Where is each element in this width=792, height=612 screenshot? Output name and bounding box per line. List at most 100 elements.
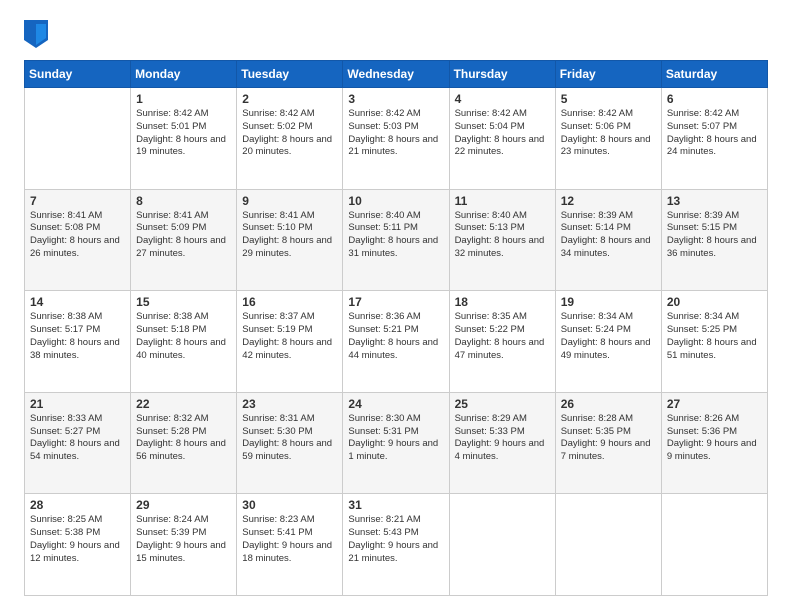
day-number: 30 [242,498,337,512]
calendar-cell: 27 Sunrise: 8:26 AMSunset: 5:36 PMDayligh… [661,392,767,494]
cell-content: Sunrise: 8:42 AMSunset: 5:02 PMDaylight:… [242,108,337,159]
day-number: 7 [30,194,125,208]
day-number: 13 [667,194,762,208]
calendar-cell: 18 Sunrise: 8:35 AMSunset: 5:22 PMDayligh… [449,291,555,393]
cell-content: Sunrise: 8:39 AMSunset: 5:14 PMDaylight:… [561,210,656,261]
day-number: 24 [348,397,443,411]
cell-content: Sunrise: 8:32 AMSunset: 5:28 PMDaylight:… [136,413,231,464]
calendar-cell: 6 Sunrise: 8:42 AMSunset: 5:07 PMDaylight… [661,88,767,190]
calendar-week: 14 Sunrise: 8:38 AMSunset: 5:17 PMDayligh… [25,291,768,393]
weekday-header: Saturday [661,61,767,88]
cell-content: Sunrise: 8:23 AMSunset: 5:41 PMDaylight:… [242,514,337,565]
calendar-cell: 2 Sunrise: 8:42 AMSunset: 5:02 PMDaylight… [237,88,343,190]
cell-content: Sunrise: 8:37 AMSunset: 5:19 PMDaylight:… [242,311,337,362]
calendar-week: 7 Sunrise: 8:41 AMSunset: 5:08 PMDaylight… [25,189,768,291]
calendar-cell: 8 Sunrise: 8:41 AMSunset: 5:09 PMDaylight… [131,189,237,291]
day-number: 4 [455,92,550,106]
day-number: 19 [561,295,656,309]
calendar-cell: 9 Sunrise: 8:41 AMSunset: 5:10 PMDaylight… [237,189,343,291]
cell-content: Sunrise: 8:40 AMSunset: 5:13 PMDaylight:… [455,210,550,261]
calendar-cell: 30 Sunrise: 8:23 AMSunset: 5:41 PMDayligh… [237,494,343,596]
cell-content: Sunrise: 8:36 AMSunset: 5:21 PMDaylight:… [348,311,443,362]
page: SundayMondayTuesdayWednesdayThursdayFrid… [0,0,792,612]
calendar-cell: 10 Sunrise: 8:40 AMSunset: 5:11 PMDayligh… [343,189,449,291]
calendar-cell: 14 Sunrise: 8:38 AMSunset: 5:17 PMDayligh… [25,291,131,393]
day-number: 2 [242,92,337,106]
calendar-cell: 15 Sunrise: 8:38 AMSunset: 5:18 PMDayligh… [131,291,237,393]
day-number: 29 [136,498,231,512]
day-number: 8 [136,194,231,208]
cell-content: Sunrise: 8:33 AMSunset: 5:27 PMDaylight:… [30,413,125,464]
weekday-header: Wednesday [343,61,449,88]
calendar-cell [661,494,767,596]
day-number: 28 [30,498,125,512]
day-number: 18 [455,295,550,309]
calendar-week: 28Sunrise: 8:25 AMSunset: 5:38 PMDayligh… [25,494,768,596]
cell-content: Sunrise: 8:26 AMSunset: 5:36 PMDaylight:… [667,413,762,464]
cell-content: Sunrise: 8:42 AMSunset: 5:03 PMDaylight:… [348,108,443,159]
calendar-week: 1 Sunrise: 8:42 AMSunset: 5:01 PMDaylight… [25,88,768,190]
calendar-table: SundayMondayTuesdayWednesdayThursdayFrid… [24,60,768,596]
cell-content: Sunrise: 8:34 AMSunset: 5:25 PMDaylight:… [667,311,762,362]
calendar-cell: 7 Sunrise: 8:41 AMSunset: 5:08 PMDaylight… [25,189,131,291]
cell-content: Sunrise: 8:40 AMSunset: 5:11 PMDaylight:… [348,210,443,261]
cell-content: Sunrise: 8:41 AMSunset: 5:10 PMDaylight:… [242,210,337,261]
day-number: 17 [348,295,443,309]
weekday-header: Monday [131,61,237,88]
day-number: 6 [667,92,762,106]
day-number: 1 [136,92,231,106]
day-number: 23 [242,397,337,411]
calendar-cell: 20 Sunrise: 8:34 AMSunset: 5:25 PMDayligh… [661,291,767,393]
day-number: 15 [136,295,231,309]
cell-content: Sunrise: 8:38 AMSunset: 5:17 PMDaylight:… [30,311,125,362]
weekday-header: Friday [555,61,661,88]
calendar-cell: 5Sunrise: 8:42 AMSunset: 5:06 PMDaylight… [555,88,661,190]
calendar-cell: 22Sunrise: 8:32 AMSunset: 5:28 PMDayligh… [131,392,237,494]
logo-icon [24,20,48,48]
header [24,20,768,48]
day-number: 25 [455,397,550,411]
calendar-cell: 19 Sunrise: 8:34 AMSunset: 5:24 PMDayligh… [555,291,661,393]
weekday-header: Thursday [449,61,555,88]
cell-content: Sunrise: 8:42 AMSunset: 5:06 PMDaylight:… [561,108,656,159]
day-number: 11 [455,194,550,208]
cell-content: Sunrise: 8:31 AMSunset: 5:30 PMDaylight:… [242,413,337,464]
cell-content: Sunrise: 8:21 AMSunset: 5:43 PMDaylight:… [348,514,443,565]
cell-content: Sunrise: 8:42 AMSunset: 5:01 PMDaylight:… [136,108,231,159]
cell-content: Sunrise: 8:39 AMSunset: 5:15 PMDaylight:… [667,210,762,261]
cell-content: Sunrise: 8:42 AMSunset: 5:04 PMDaylight:… [455,108,550,159]
calendar-cell [449,494,555,596]
day-number: 31 [348,498,443,512]
calendar-cell: 1 Sunrise: 8:42 AMSunset: 5:01 PMDaylight… [131,88,237,190]
cell-content: Sunrise: 8:41 AMSunset: 5:09 PMDaylight:… [136,210,231,261]
cell-content: Sunrise: 8:29 AMSunset: 5:33 PMDaylight:… [455,413,550,464]
calendar-cell [25,88,131,190]
cell-content: Sunrise: 8:38 AMSunset: 5:18 PMDaylight:… [136,311,231,362]
day-number: 14 [30,295,125,309]
cell-content: Sunrise: 8:24 AMSunset: 5:39 PMDaylight:… [136,514,231,565]
calendar-cell: 11 Sunrise: 8:40 AMSunset: 5:13 PMDayligh… [449,189,555,291]
calendar-week: 21 Sunrise: 8:33 AMSunset: 5:27 PMDayligh… [25,392,768,494]
cell-content: Sunrise: 8:41 AMSunset: 5:08 PMDaylight:… [30,210,125,261]
day-number: 21 [30,397,125,411]
calendar-cell: 31 Sunrise: 8:21 AMSunset: 5:43 PMDayligh… [343,494,449,596]
cell-content: Sunrise: 8:34 AMSunset: 5:24 PMDaylight:… [561,311,656,362]
calendar-cell: 25 Sunrise: 8:29 AMSunset: 5:33 PMDayligh… [449,392,555,494]
calendar-cell: 3Sunrise: 8:42 AMSunset: 5:03 PMDaylight… [343,88,449,190]
day-number: 20 [667,295,762,309]
calendar-cell: 12 Sunrise: 8:39 AMSunset: 5:14 PMDayligh… [555,189,661,291]
cell-content: Sunrise: 8:42 AMSunset: 5:07 PMDaylight:… [667,108,762,159]
cell-content: Sunrise: 8:30 AMSunset: 5:31 PMDaylight:… [348,413,443,464]
weekday-header: Tuesday [237,61,343,88]
calendar-cell [555,494,661,596]
day-number: 12 [561,194,656,208]
calendar-cell: 24 Sunrise: 8:30 AMSunset: 5:31 PMDayligh… [343,392,449,494]
day-number: 26 [561,397,656,411]
calendar-cell: 29 Sunrise: 8:24 AMSunset: 5:39 PMDayligh… [131,494,237,596]
day-number: 10 [348,194,443,208]
cell-content: Sunrise: 8:35 AMSunset: 5:22 PMDaylight:… [455,311,550,362]
calendar-cell: 23 Sunrise: 8:31 AMSunset: 5:30 PMDayligh… [237,392,343,494]
calendar-cell: 21 Sunrise: 8:33 AMSunset: 5:27 PMDayligh… [25,392,131,494]
day-number: 27 [667,397,762,411]
day-number: 9 [242,194,337,208]
